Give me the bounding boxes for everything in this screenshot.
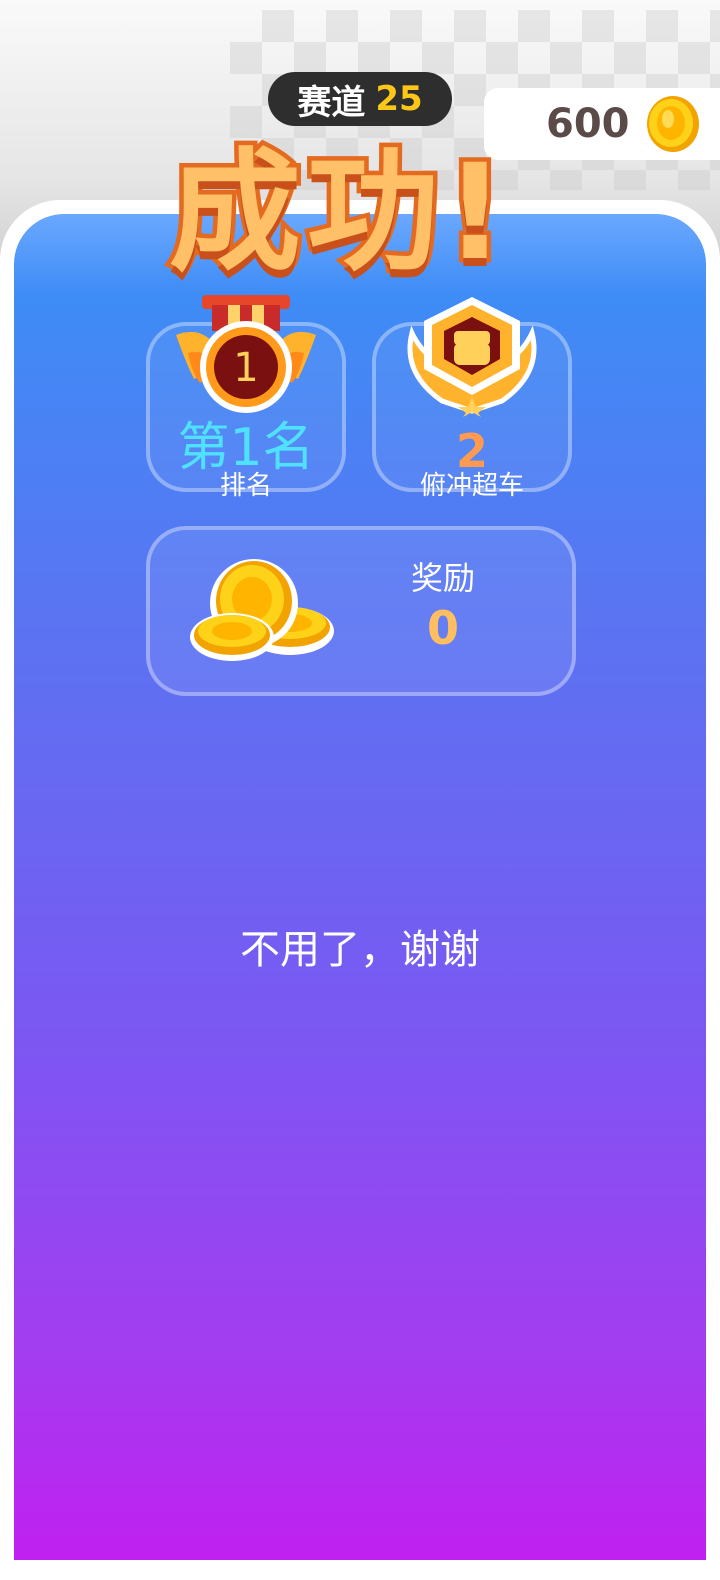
fist-badge-icon [407,297,537,417]
coin-icon [647,96,699,152]
svg-text:1: 1 [233,345,258,391]
reward-value: 0 [426,601,459,655]
no-thanks-button[interactable]: 不用了，谢谢 [160,920,560,980]
success-title: 成功! [164,132,512,295]
coin-pile-icon [190,559,334,661]
rank-value: 第1名 [177,418,315,478]
result-panel [14,214,706,1560]
overtake-label: 俯冲超车 [419,471,524,501]
medal-rank-1-icon: 1 [176,295,316,413]
rank-label: 排名 [219,471,272,501]
track-indicator: 赛道 25 [268,72,452,126]
track-label: 赛道 [297,82,366,123]
reward-label: 奖励 [410,559,475,597]
track-number: 25 [375,79,423,119]
